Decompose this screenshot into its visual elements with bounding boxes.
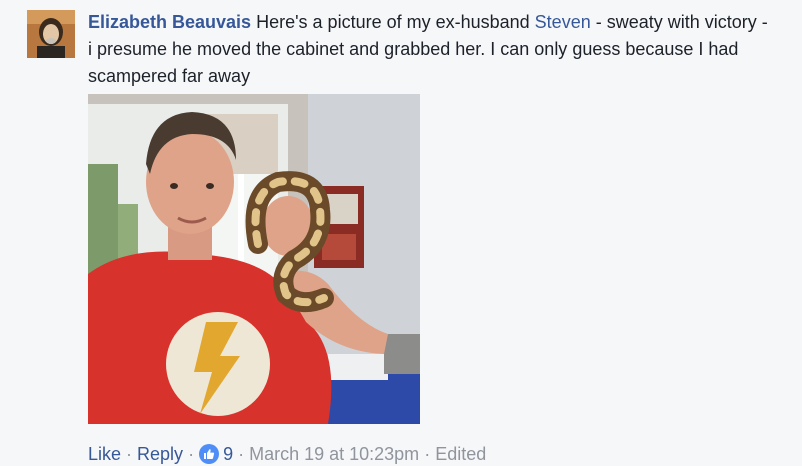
comment: Elizabeth Beauvais Here's a picture of m… [0,0,802,466]
separator: · [188,444,195,464]
mention-link[interactable]: Steven [535,12,591,32]
reaction-count[interactable]: 9 [223,442,233,466]
edited-label[interactable]: Edited [435,442,486,466]
separator: · [238,444,245,464]
comment-author[interactable]: Elizabeth Beauvais [88,12,251,32]
comment-actions: Like · Reply · 9 · March 19 at 10:23pm ·… [88,442,486,466]
comment-photo[interactable] [88,94,420,424]
comment-text-before: Here's a picture of my ex-husband [256,12,535,32]
separator: · [126,444,133,464]
comment-body: Elizabeth Beauvais Here's a picture of m… [88,9,768,90]
like-thumbs-up-icon[interactable] [199,444,220,464]
separator: · [424,444,431,464]
avatar[interactable] [27,10,75,58]
like-link[interactable]: Like [88,442,121,466]
reply-link[interactable]: Reply [137,442,183,466]
comment-timestamp[interactable]: March 19 at 10:23pm [249,442,419,466]
